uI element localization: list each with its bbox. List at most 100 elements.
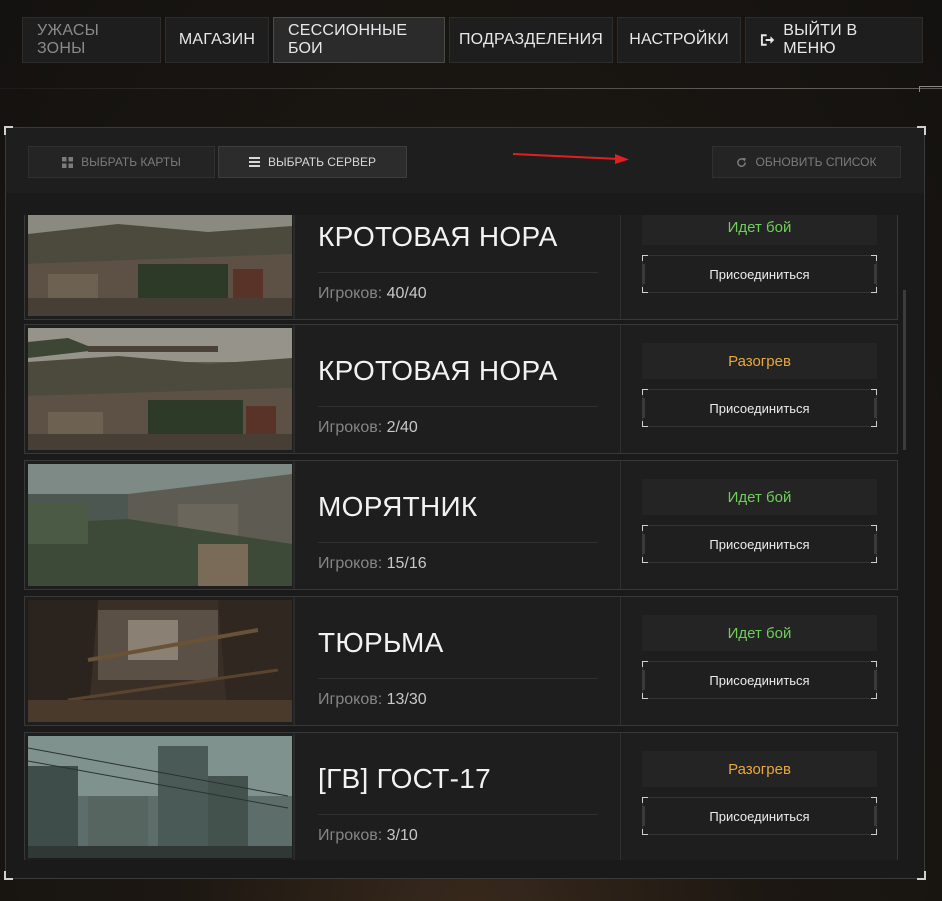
players-label: Игроков: <box>318 419 383 436</box>
name-divider <box>318 272 598 273</box>
button-corner <box>642 829 648 835</box>
join-label: Присоединиться <box>709 808 810 824</box>
button-corner <box>871 693 877 699</box>
status-badge: Разогрев <box>642 343 877 379</box>
row-divider <box>620 461 621 589</box>
map-name: КРОТОВАЯ НОРА <box>318 355 558 386</box>
button-corner <box>871 797 877 803</box>
map-thumbnail <box>28 600 292 722</box>
status-badge: Разогрев <box>642 751 877 787</box>
join-button[interactable]: Присоединиться <box>642 255 877 293</box>
row-divider <box>620 733 621 860</box>
exit-icon <box>760 34 775 46</box>
nav-divider <box>0 88 942 89</box>
thumbnail-divider <box>293 597 295 725</box>
select-server-label: ВЫБРАТЬ СЕРВЕР <box>268 155 376 169</box>
exit-to-menu-button[interactable]: ВЫЙТИ В МЕНЮ <box>745 17 923 63</box>
name-divider <box>318 542 598 543</box>
panel-corner <box>917 871 926 880</box>
players-value: 15/16 <box>386 555 427 572</box>
tab-session-battles[interactable]: СЕССИОННЫЕ БОИ <box>273 17 445 63</box>
refresh-list-button[interactable]: ОБНОВИТЬ СПИСОК <box>712 146 901 178</box>
map-thumbnail <box>28 736 292 858</box>
name-divider <box>318 678 598 679</box>
join-label: Присоединиться <box>709 400 810 416</box>
thumbnail-divider <box>293 215 295 319</box>
players-label: Игроков: <box>318 285 383 302</box>
panel-toolbar: ВЫБРАТЬ КАРТЫ ВЫБРАТЬ СЕРВЕР ОБНОВИТЬ СП… <box>6 128 924 193</box>
panel-corner <box>4 871 13 880</box>
button-corner <box>871 389 877 395</box>
button-corner <box>642 255 648 261</box>
server-row[interactable]: [ГВ] ГОСТ-17 Игроков: 3/10 Разогрев Прис… <box>24 732 898 860</box>
button-corner <box>871 287 877 293</box>
select-maps-button[interactable]: ВЫБРАТЬ КАРТЫ <box>28 146 215 178</box>
thumbnail-divider <box>293 733 295 860</box>
tab-divisions[interactable]: ПОДРАЗДЕЛЕНИЯ <box>449 17 613 63</box>
join-button[interactable]: Присоединиться <box>642 389 877 427</box>
select-maps-label: ВЫБРАТЬ КАРТЫ <box>81 155 181 169</box>
button-corner <box>642 287 648 293</box>
button-tab <box>642 806 645 826</box>
row-divider <box>620 325 621 453</box>
button-corner <box>642 661 648 667</box>
name-divider <box>318 406 598 407</box>
button-corner <box>642 557 648 563</box>
button-corner <box>871 661 877 667</box>
join-button[interactable]: Присоединиться <box>642 525 877 563</box>
join-label: Присоединиться <box>709 536 810 552</box>
players-value: 13/30 <box>386 691 427 708</box>
grid-icon <box>62 156 74 168</box>
player-count: Игроков: 3/10 <box>318 827 418 845</box>
exit-label: ВЫЙТИ В МЕНЮ <box>783 22 858 57</box>
server-list[interactable]: КРОТОВАЯ НОРА Игроков: 40/40 Идет бой Пр… <box>24 215 899 860</box>
player-count: Игроков: 15/16 <box>318 555 427 573</box>
name-divider <box>318 814 598 815</box>
players-label: Игроков: <box>318 555 383 572</box>
button-tab <box>874 534 877 554</box>
server-row[interactable]: КРОТОВАЯ НОРА Игроков: 2/40 Разогрев При… <box>24 324 898 454</box>
status-badge: Идет бой <box>642 479 877 515</box>
thumbnail-divider <box>293 325 295 453</box>
button-tab <box>642 398 645 418</box>
nav-divider-cap <box>919 86 942 92</box>
refresh-list-label: ОБНОВИТЬ СПИСОК <box>755 155 877 169</box>
tab-zone-horrors[interactable]: УЖАСЫ ЗОНЫ <box>22 17 161 63</box>
map-name: КРОТОВАЯ НОРА <box>318 221 558 252</box>
join-button[interactable]: Присоединиться <box>642 797 877 835</box>
server-row[interactable]: ТЮРЬМА Игроков: 13/30 Идет бой Присоедин… <box>24 596 898 726</box>
button-tab <box>874 398 877 418</box>
button-corner <box>871 255 877 261</box>
map-name: МОРЯТНИК <box>318 491 478 522</box>
button-corner <box>871 421 877 427</box>
button-tab <box>874 806 877 826</box>
refresh-icon <box>737 157 747 167</box>
tab-shop[interactable]: МАГАЗИН <box>165 17 269 63</box>
top-nav: УЖАСЫ ЗОНЫ МАГАЗИН СЕССИОННЫЕ БОИ ПОДРАЗ… <box>22 17 923 63</box>
button-corner <box>871 557 877 563</box>
button-corner <box>642 525 648 531</box>
server-row[interactable]: КРОТОВАЯ НОРА Игроков: 40/40 Идет бой Пр… <box>24 215 898 320</box>
list-scrollbar[interactable] <box>903 290 906 450</box>
select-server-button[interactable]: ВЫБРАТЬ СЕРВЕР <box>218 146 407 178</box>
button-tab <box>642 264 645 284</box>
button-corner <box>871 525 877 531</box>
server-row[interactable]: МОРЯТНИК Игроков: 15/16 Идет бой Присоед… <box>24 460 898 590</box>
button-tab <box>642 534 645 554</box>
button-tab <box>874 264 877 284</box>
join-label: Присоединиться <box>709 266 810 282</box>
row-divider <box>620 597 621 725</box>
map-thumbnail <box>28 328 292 450</box>
player-count: Игроков: 40/40 <box>318 285 427 303</box>
button-corner <box>642 389 648 395</box>
button-corner <box>642 693 648 699</box>
thumbnail-divider <box>293 461 295 589</box>
red-arrow-annotation <box>512 153 629 164</box>
button-tab <box>874 670 877 690</box>
join-button[interactable]: Присоединиться <box>642 661 877 699</box>
status-badge: Идет бой <box>642 615 877 651</box>
tab-settings[interactable]: НАСТРОЙКИ <box>617 17 741 63</box>
players-value: 40/40 <box>386 285 427 302</box>
players-label: Игроков: <box>318 691 383 708</box>
map-thumbnail <box>28 215 292 316</box>
